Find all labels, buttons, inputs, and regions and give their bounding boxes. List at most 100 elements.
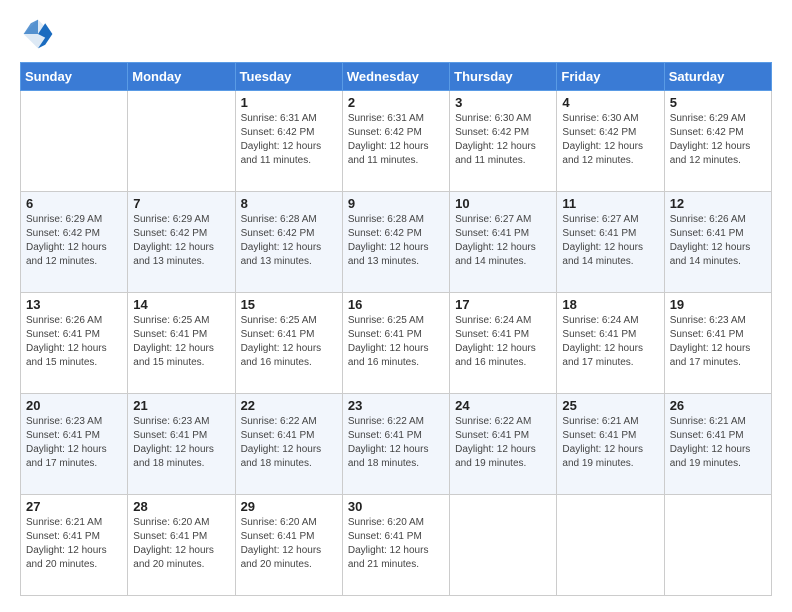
calendar-cell: 18 Sunrise: 6:24 AMSunset: 6:41 PMDayligh… xyxy=(557,293,664,394)
day-number: 18 xyxy=(562,297,658,312)
logo-icon xyxy=(20,16,56,52)
calendar-cell: 15Sunrise: 6:25 AMSunset: 6:41 PMDayligh… xyxy=(235,293,342,394)
day-number: 19 xyxy=(670,297,766,312)
day-number: 21 xyxy=(133,398,229,413)
calendar-cell: 2 Sunrise: 6:31 AMSunset: 6:42 PMDaylight… xyxy=(342,91,449,192)
calendar-cell: 25 Sunrise: 6:21 AMSunset: 6:41 PMDayligh… xyxy=(557,394,664,495)
calendar-cell: 10Sunrise: 6:27 AMSunset: 6:41 PMDayligh… xyxy=(450,192,557,293)
day-number: 12 xyxy=(670,196,766,211)
day-number: 24 xyxy=(455,398,551,413)
calendar-cell: 1 Sunrise: 6:31 AMSunset: 6:42 PMDaylight… xyxy=(235,91,342,192)
weekday-header: Wednesday xyxy=(342,63,449,91)
calendar-cell: 16Sunrise: 6:25 AMSunset: 6:41 PMDayligh… xyxy=(342,293,449,394)
weekday-header: Sunday xyxy=(21,63,128,91)
day-info: Sunrise: 6:28 AMSunset: 6:42 PMDaylight:… xyxy=(348,213,444,269)
calendar-cell: 29Sunrise: 6:20 AMSunset: 6:41 PMDayligh… xyxy=(235,495,342,596)
day-number: 17 xyxy=(455,297,551,312)
day-number: 15 xyxy=(241,297,337,312)
day-info: Sunrise: 6:23 AMSunset: 6:41 PMDaylight:… xyxy=(670,314,766,370)
day-info: Sunrise: 6:31 AMSunset: 6:42 PMDaylight:… xyxy=(241,112,337,168)
day-number: 28 xyxy=(133,499,229,514)
day-number: 22 xyxy=(241,398,337,413)
day-number: 20 xyxy=(26,398,122,413)
day-number: 25 xyxy=(562,398,658,413)
day-number: 29 xyxy=(241,499,337,514)
calendar-body: 1 Sunrise: 6:31 AMSunset: 6:42 PMDaylight… xyxy=(21,91,772,596)
calendar-cell: 30Sunrise: 6:20 AMSunset: 6:41 PMDayligh… xyxy=(342,495,449,596)
day-info: Sunrise: 6:29 AMSunset: 6:42 PMDaylight:… xyxy=(670,112,766,168)
day-number: 2 xyxy=(348,95,444,110)
day-number: 8 xyxy=(241,196,337,211)
calendar-table: SundayMondayTuesdayWednesdayThursdayFrid… xyxy=(20,62,772,596)
calendar-cell: 8 Sunrise: 6:28 AMSunset: 6:42 PMDaylight… xyxy=(235,192,342,293)
calendar-cell: 14 Sunrise: 6:25 AMSunset: 6:41 PMDayligh… xyxy=(128,293,235,394)
day-number: 7 xyxy=(133,196,229,211)
calendar-cell xyxy=(664,495,771,596)
day-number: 3 xyxy=(455,95,551,110)
calendar-cell: 20 Sunrise: 6:23 AMSunset: 6:41 PMDayligh… xyxy=(21,394,128,495)
calendar-cell: 27 Sunrise: 6:21 AMSunset: 6:41 PMDayligh… xyxy=(21,495,128,596)
calendar-cell: 9 Sunrise: 6:28 AMSunset: 6:42 PMDaylight… xyxy=(342,192,449,293)
calendar-cell: 12 Sunrise: 6:26 AMSunset: 6:41 PMDayligh… xyxy=(664,192,771,293)
calendar-cell xyxy=(557,495,664,596)
day-info: Sunrise: 6:27 AMSunset: 6:41 PMDaylight:… xyxy=(562,213,658,269)
day-number: 5 xyxy=(670,95,766,110)
day-info: Sunrise: 6:21 AMSunset: 6:41 PMDaylight:… xyxy=(26,516,122,572)
day-info: Sunrise: 6:26 AMSunset: 6:41 PMDaylight:… xyxy=(670,213,766,269)
day-info: Sunrise: 6:29 AMSunset: 6:42 PMDaylight:… xyxy=(26,213,122,269)
calendar-week-row: 27 Sunrise: 6:21 AMSunset: 6:41 PMDayligh… xyxy=(21,495,772,596)
day-info: Sunrise: 6:28 AMSunset: 6:42 PMDaylight:… xyxy=(241,213,337,269)
logo xyxy=(20,16,60,52)
calendar-cell: 5 Sunrise: 6:29 AMSunset: 6:42 PMDaylight… xyxy=(664,91,771,192)
day-info: Sunrise: 6:22 AMSunset: 6:41 PMDaylight:… xyxy=(455,415,551,471)
calendar-cell: 24 Sunrise: 6:22 AMSunset: 6:41 PMDayligh… xyxy=(450,394,557,495)
day-info: Sunrise: 6:30 AMSunset: 6:42 PMDaylight:… xyxy=(455,112,551,168)
day-info: Sunrise: 6:23 AMSunset: 6:41 PMDaylight:… xyxy=(133,415,229,471)
weekday-header: Tuesday xyxy=(235,63,342,91)
day-number: 13 xyxy=(26,297,122,312)
day-info: Sunrise: 6:29 AMSunset: 6:42 PMDaylight:… xyxy=(133,213,229,269)
day-number: 26 xyxy=(670,398,766,413)
day-info: Sunrise: 6:25 AMSunset: 6:41 PMDaylight:… xyxy=(133,314,229,370)
day-info: Sunrise: 6:27 AMSunset: 6:41 PMDaylight:… xyxy=(455,213,551,269)
calendar-cell: 26 Sunrise: 6:21 AMSunset: 6:41 PMDayligh… xyxy=(664,394,771,495)
day-info: Sunrise: 6:30 AMSunset: 6:42 PMDaylight:… xyxy=(562,112,658,168)
calendar-cell: 4 Sunrise: 6:30 AMSunset: 6:42 PMDaylight… xyxy=(557,91,664,192)
day-number: 27 xyxy=(26,499,122,514)
day-info: Sunrise: 6:22 AMSunset: 6:41 PMDaylight:… xyxy=(348,415,444,471)
day-info: Sunrise: 6:26 AMSunset: 6:41 PMDaylight:… xyxy=(26,314,122,370)
weekday-header: Thursday xyxy=(450,63,557,91)
calendar-cell xyxy=(21,91,128,192)
day-number: 1 xyxy=(241,95,337,110)
day-number: 9 xyxy=(348,196,444,211)
day-info: Sunrise: 6:24 AMSunset: 6:41 PMDaylight:… xyxy=(562,314,658,370)
day-info: Sunrise: 6:22 AMSunset: 6:41 PMDaylight:… xyxy=(241,415,337,471)
day-number: 16 xyxy=(348,297,444,312)
calendar-cell: 23Sunrise: 6:22 AMSunset: 6:41 PMDayligh… xyxy=(342,394,449,495)
calendar-cell: 7 Sunrise: 6:29 AMSunset: 6:42 PMDaylight… xyxy=(128,192,235,293)
day-info: Sunrise: 6:21 AMSunset: 6:41 PMDaylight:… xyxy=(562,415,658,471)
weekday-header: Monday xyxy=(128,63,235,91)
calendar-cell: 3 Sunrise: 6:30 AMSunset: 6:42 PMDaylight… xyxy=(450,91,557,192)
calendar-cell xyxy=(128,91,235,192)
day-number: 14 xyxy=(133,297,229,312)
calendar-week-row: 20 Sunrise: 6:23 AMSunset: 6:41 PMDayligh… xyxy=(21,394,772,495)
header xyxy=(20,16,772,52)
page: SundayMondayTuesdayWednesdayThursdayFrid… xyxy=(0,0,792,612)
day-info: Sunrise: 6:24 AMSunset: 6:41 PMDaylight:… xyxy=(455,314,551,370)
calendar-cell: 19 Sunrise: 6:23 AMSunset: 6:41 PMDayligh… xyxy=(664,293,771,394)
calendar-cell: 28 Sunrise: 6:20 AMSunset: 6:41 PMDayligh… xyxy=(128,495,235,596)
weekday-header: Friday xyxy=(557,63,664,91)
calendar-cell: 17 Sunrise: 6:24 AMSunset: 6:41 PMDayligh… xyxy=(450,293,557,394)
day-info: Sunrise: 6:21 AMSunset: 6:41 PMDaylight:… xyxy=(670,415,766,471)
calendar-cell: 13 Sunrise: 6:26 AMSunset: 6:41 PMDayligh… xyxy=(21,293,128,394)
weekday-header-row: SundayMondayTuesdayWednesdayThursdayFrid… xyxy=(21,63,772,91)
calendar-cell: 21 Sunrise: 6:23 AMSunset: 6:41 PMDayligh… xyxy=(128,394,235,495)
day-number: 4 xyxy=(562,95,658,110)
day-number: 30 xyxy=(348,499,444,514)
day-info: Sunrise: 6:23 AMSunset: 6:41 PMDaylight:… xyxy=(26,415,122,471)
day-info: Sunrise: 6:20 AMSunset: 6:41 PMDaylight:… xyxy=(133,516,229,572)
calendar-cell xyxy=(450,495,557,596)
calendar-cell: 6Sunrise: 6:29 AMSunset: 6:42 PMDaylight… xyxy=(21,192,128,293)
day-info: Sunrise: 6:31 AMSunset: 6:42 PMDaylight:… xyxy=(348,112,444,168)
